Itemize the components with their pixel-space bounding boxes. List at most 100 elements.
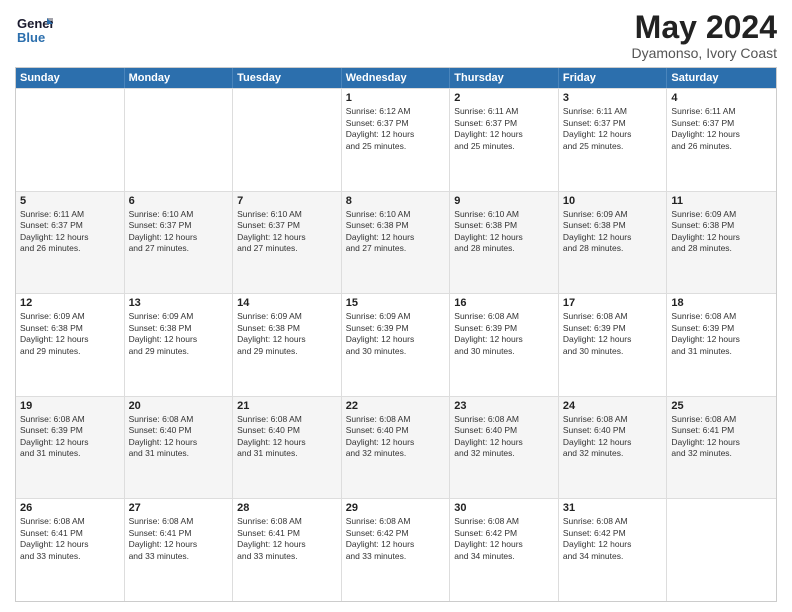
day-number: 5	[20, 195, 120, 207]
weekday-header: Monday	[125, 68, 234, 88]
calendar-cell: 21Sunrise: 6:08 AM Sunset: 6:40 PM Dayli…	[233, 397, 342, 499]
cell-info: Sunrise: 6:09 AM Sunset: 6:38 PM Dayligh…	[563, 209, 663, 255]
title-block: May 2024 Dyamonso, Ivory Coast	[632, 10, 778, 61]
cell-info: Sunrise: 6:09 AM Sunset: 6:38 PM Dayligh…	[237, 311, 337, 357]
cell-info: Sunrise: 6:08 AM Sunset: 6:41 PM Dayligh…	[129, 516, 229, 562]
cell-info: Sunrise: 6:08 AM Sunset: 6:42 PM Dayligh…	[346, 516, 446, 562]
calendar-cell: 28Sunrise: 6:08 AM Sunset: 6:41 PM Dayli…	[233, 499, 342, 601]
calendar-row: 12 Sunrise: 6:09 AM Sunset: 6:38 PM Dayli…	[16, 293, 776, 396]
logo-icon: General Blue	[15, 10, 53, 48]
day-number: 28	[237, 502, 337, 514]
calendar-cell: 2 Sunrise: 6:11 AM Sunset: 6:37 PM Daylig…	[450, 89, 559, 191]
calendar-cell: 23 Sunrise: 6:08 AM Sunset: 6:40 PM Dayli…	[450, 397, 559, 499]
calendar-cell: 8 Sunrise: 6:10 AM Sunset: 6:38 PM Daylig…	[342, 192, 451, 294]
day-number: 17	[563, 297, 663, 309]
day-number: 2	[454, 92, 554, 104]
day-number: 22	[346, 400, 446, 412]
cell-info: Sunrise: 6:08 AM Sunset: 6:39 PM Dayligh…	[563, 311, 663, 357]
calendar-cell: 19Sunrise: 6:08 AM Sunset: 6:39 PM Dayli…	[16, 397, 125, 499]
day-number: 20	[129, 400, 229, 412]
day-number: 19	[20, 400, 120, 412]
cell-info: Sunrise: 6:12 AM Sunset: 6:37 PM Dayligh…	[346, 106, 446, 152]
cell-info: Sunrise: 6:08 AM Sunset: 6:41 PM Dayligh…	[671, 414, 772, 460]
cell-info: Sunrise: 6:11 AM Sunset: 6:37 PM Dayligh…	[454, 106, 554, 152]
calendar-cell: 17 Sunrise: 6:08 AM Sunset: 6:39 PM Dayli…	[559, 294, 668, 396]
cell-info: Sunrise: 6:08 AM Sunset: 6:40 PM Dayligh…	[563, 414, 663, 460]
location: Dyamonso, Ivory Coast	[632, 45, 778, 61]
cell-info: Sunrise: 6:08 AM Sunset: 6:40 PM Dayligh…	[454, 414, 554, 460]
calendar: SundayMondayTuesdayWednesdayThursdayFrid…	[15, 67, 777, 602]
cell-info: Sunrise: 6:09 AM Sunset: 6:38 PM Dayligh…	[671, 209, 772, 255]
month-title: May 2024	[632, 10, 778, 45]
weekday-header: Sunday	[16, 68, 125, 88]
calendar-cell	[233, 89, 342, 191]
day-number: 30	[454, 502, 554, 514]
day-number: 9	[454, 195, 554, 207]
calendar-cell: 29 Sunrise: 6:08 AM Sunset: 6:42 PM Dayli…	[342, 499, 451, 601]
calendar-body: 1 Sunrise: 6:12 AM Sunset: 6:37 PM Daylig…	[16, 88, 776, 601]
cell-info: Sunrise: 6:08 AM Sunset: 6:40 PM Dayligh…	[237, 414, 337, 460]
calendar-cell	[16, 89, 125, 191]
calendar-cell: 30Sunrise: 6:08 AM Sunset: 6:42 PM Dayli…	[450, 499, 559, 601]
logo: General Blue	[15, 10, 53, 48]
calendar-row: 5 Sunrise: 6:11 AM Sunset: 6:37 PM Daylig…	[16, 191, 776, 294]
day-number: 1	[346, 92, 446, 104]
cell-info: Sunrise: 6:10 AM Sunset: 6:37 PM Dayligh…	[129, 209, 229, 255]
day-number: 24	[563, 400, 663, 412]
calendar-row: 1 Sunrise: 6:12 AM Sunset: 6:37 PM Daylig…	[16, 88, 776, 191]
page: General Blue May 2024 Dyamonso, Ivory Co…	[0, 0, 792, 612]
day-number: 13	[129, 297, 229, 309]
calendar-cell: 6 Sunrise: 6:10 AM Sunset: 6:37 PM Daylig…	[125, 192, 234, 294]
day-number: 12	[20, 297, 120, 309]
cell-info: Sunrise: 6:09 AM Sunset: 6:39 PM Dayligh…	[346, 311, 446, 357]
day-number: 29	[346, 502, 446, 514]
weekday-header: Thursday	[450, 68, 559, 88]
calendar-cell	[125, 89, 234, 191]
calendar-cell: 27 Sunrise: 6:08 AM Sunset: 6:41 PM Dayli…	[125, 499, 234, 601]
calendar-row: 26 Sunrise: 6:08 AM Sunset: 6:41 PM Dayli…	[16, 498, 776, 601]
cell-info: Sunrise: 6:08 AM Sunset: 6:39 PM Dayligh…	[671, 311, 772, 357]
day-number: 25	[671, 400, 772, 412]
calendar-cell: 9 Sunrise: 6:10 AM Sunset: 6:38 PM Daylig…	[450, 192, 559, 294]
day-number: 6	[129, 195, 229, 207]
header: General Blue May 2024 Dyamonso, Ivory Co…	[15, 10, 777, 61]
day-number: 26	[20, 502, 120, 514]
cell-info: Sunrise: 6:08 AM Sunset: 6:41 PM Dayligh…	[20, 516, 120, 562]
calendar-cell: 31Sunrise: 6:08 AM Sunset: 6:42 PM Dayli…	[559, 499, 668, 601]
cell-info: Sunrise: 6:11 AM Sunset: 6:37 PM Dayligh…	[20, 209, 120, 255]
day-number: 23	[454, 400, 554, 412]
calendar-cell: 4 Sunrise: 6:11 AM Sunset: 6:37 PM Daylig…	[667, 89, 776, 191]
calendar-cell: 22 Sunrise: 6:08 AM Sunset: 6:40 PM Dayli…	[342, 397, 451, 499]
cell-info: Sunrise: 6:10 AM Sunset: 6:38 PM Dayligh…	[346, 209, 446, 255]
day-number: 3	[563, 92, 663, 104]
weekday-header: Wednesday	[342, 68, 451, 88]
calendar-cell: 5 Sunrise: 6:11 AM Sunset: 6:37 PM Daylig…	[16, 192, 125, 294]
cell-info: Sunrise: 6:08 AM Sunset: 6:40 PM Dayligh…	[129, 414, 229, 460]
calendar-cell: 12 Sunrise: 6:09 AM Sunset: 6:38 PM Dayli…	[16, 294, 125, 396]
day-number: 10	[563, 195, 663, 207]
day-number: 27	[129, 502, 229, 514]
weekday-header: Tuesday	[233, 68, 342, 88]
day-number: 8	[346, 195, 446, 207]
svg-text:Blue: Blue	[17, 30, 45, 45]
cell-info: Sunrise: 6:08 AM Sunset: 6:40 PM Dayligh…	[346, 414, 446, 460]
day-number: 18	[671, 297, 772, 309]
cell-info: Sunrise: 6:11 AM Sunset: 6:37 PM Dayligh…	[563, 106, 663, 152]
cell-info: Sunrise: 6:10 AM Sunset: 6:37 PM Dayligh…	[237, 209, 337, 255]
calendar-cell: 13Sunrise: 6:09 AM Sunset: 6:38 PM Dayli…	[125, 294, 234, 396]
cell-info: Sunrise: 6:11 AM Sunset: 6:37 PM Dayligh…	[671, 106, 772, 152]
cell-info: Sunrise: 6:08 AM Sunset: 6:39 PM Dayligh…	[454, 311, 554, 357]
calendar-cell: 14Sunrise: 6:09 AM Sunset: 6:38 PM Dayli…	[233, 294, 342, 396]
day-number: 16	[454, 297, 554, 309]
day-number: 11	[671, 195, 772, 207]
calendar-cell: 11 Sunrise: 6:09 AM Sunset: 6:38 PM Dayli…	[667, 192, 776, 294]
calendar-cell: 3 Sunrise: 6:11 AM Sunset: 6:37 PM Daylig…	[559, 89, 668, 191]
calendar-cell: 15Sunrise: 6:09 AM Sunset: 6:39 PM Dayli…	[342, 294, 451, 396]
cell-info: Sunrise: 6:10 AM Sunset: 6:38 PM Dayligh…	[454, 209, 554, 255]
calendar-header: SundayMondayTuesdayWednesdayThursdayFrid…	[16, 68, 776, 88]
cell-info: Sunrise: 6:09 AM Sunset: 6:38 PM Dayligh…	[20, 311, 120, 357]
day-number: 7	[237, 195, 337, 207]
calendar-cell: 1 Sunrise: 6:12 AM Sunset: 6:37 PM Daylig…	[342, 89, 451, 191]
day-number: 4	[671, 92, 772, 104]
calendar-cell: 24 Sunrise: 6:08 AM Sunset: 6:40 PM Dayli…	[559, 397, 668, 499]
